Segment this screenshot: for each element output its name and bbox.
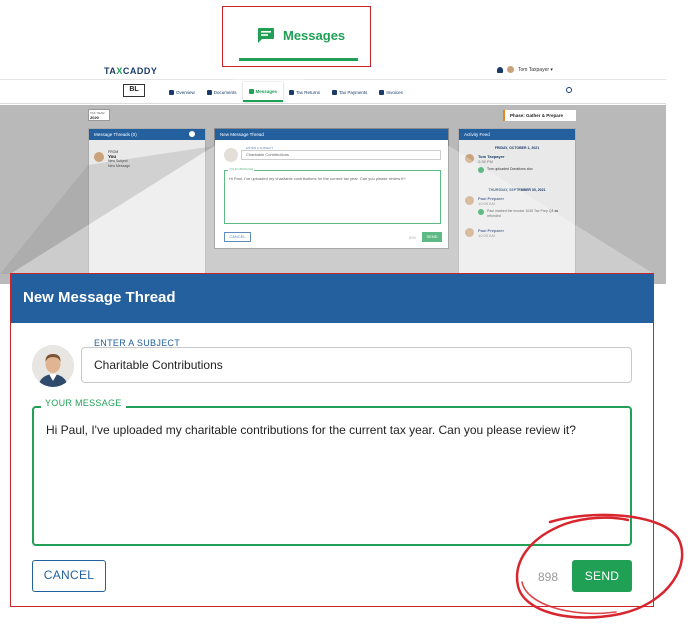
nav-overview[interactable]: Overview bbox=[163, 82, 201, 102]
mini-message-label: YOUR MESSAGE bbox=[228, 167, 255, 171]
user-name: Tom Taxpayer ▾ bbox=[518, 66, 553, 73]
message-label: YOUR MESSAGE bbox=[41, 398, 126, 408]
invoice-icon bbox=[478, 209, 484, 215]
message-threads-panel: Message Threads (0) FROM You New Subject… bbox=[88, 128, 206, 284]
app-screenshot: TAXCADDY Tom Taxpayer ▾ BL Overview Docu… bbox=[0, 62, 666, 284]
nav-documents[interactable]: Documents bbox=[201, 82, 243, 102]
add-thread-icon[interactable] bbox=[189, 131, 195, 137]
mini-subject-label: ENTER A SUBJECT bbox=[245, 146, 275, 150]
message-textarea[interactable]: Hi Paul, I've uploaded my charitable con… bbox=[46, 422, 616, 438]
nav-tax-returns[interactable]: Tax Returns bbox=[283, 82, 326, 102]
tax-return-icon bbox=[289, 89, 295, 95]
avatar bbox=[94, 152, 104, 162]
avatar bbox=[465, 196, 474, 205]
thread-list-item[interactable]: FROM You New Subject New Message bbox=[94, 149, 202, 168]
taxcaddy-logo: TAXCADDY bbox=[104, 66, 158, 76]
mini-cancel-button[interactable]: CANCEL bbox=[224, 232, 251, 242]
new-message-thread-modal: New Message Thread ENTER A SUBJECT Chari… bbox=[10, 273, 654, 607]
feed-title: Activity Feed bbox=[464, 132, 490, 137]
nav-invoices[interactable]: Invoices bbox=[373, 82, 409, 102]
tax-year-select[interactable]: TAX YEAR 2020 bbox=[88, 109, 110, 121]
client-badge: BL bbox=[123, 84, 145, 97]
bell-icon[interactable] bbox=[497, 66, 503, 73]
document-icon bbox=[206, 89, 212, 95]
nav-tax-payments[interactable]: Tax Payments bbox=[326, 82, 373, 102]
activity-feed-panel: Activity Feed FRIDAY, OCTOBER 1, 2021 To… bbox=[458, 128, 576, 284]
send-button[interactable]: SEND bbox=[572, 560, 632, 592]
phase-indicator: Phase: Gather & Prepare bbox=[503, 110, 576, 121]
avatar bbox=[465, 154, 474, 163]
chat-bubble-icon bbox=[248, 88, 254, 94]
thread-subject: New Subject bbox=[108, 159, 128, 163]
user-avatar bbox=[507, 66, 514, 73]
thread-preview: New Message bbox=[108, 163, 131, 168]
messages-tab-callout[interactable]: Messages bbox=[222, 6, 371, 67]
search-icon[interactable] bbox=[566, 87, 572, 93]
chat-bubble-icon bbox=[256, 27, 275, 44]
app-body-overlay: TAX YEAR 2020 Phase: Gather & Prepare Mes… bbox=[0, 105, 666, 284]
cancel-button[interactable]: CANCEL bbox=[32, 560, 106, 592]
message-field[interactable]: Hi Paul, I've uploaded my charitable con… bbox=[32, 406, 632, 546]
invoice-icon bbox=[379, 89, 385, 95]
mini-subject-input[interactable]: Charitable Contributions bbox=[241, 150, 441, 160]
dollar-icon bbox=[332, 89, 338, 95]
feed-date: THURSDAY, SEPTEMBER 30, 2021 bbox=[488, 188, 546, 192]
nav-messages[interactable]: Messages bbox=[242, 82, 284, 102]
avatar bbox=[224, 148, 238, 162]
avatar bbox=[465, 228, 474, 237]
messages-tab-label: Messages bbox=[283, 28, 346, 43]
feed-date: FRIDAY, OCTOBER 1, 2021 bbox=[494, 146, 540, 150]
mini-new-thread-modal: New Message Thread Charitable Contributi… bbox=[214, 128, 449, 249]
subject-input[interactable]: Charitable Contributions bbox=[94, 348, 624, 382]
mini-char-count: 898 bbox=[409, 235, 416, 240]
screenshot-canvas: TAXCADDY Tom Taxpayer ▾ BL Overview Docu… bbox=[0, 0, 692, 632]
character-count: 898 bbox=[538, 570, 559, 584]
feed-entry: Tom Taxpayer 2:39 PM Tom uploaded Donatio… bbox=[464, 154, 570, 182]
modal-title: New Message Thread bbox=[11, 274, 653, 323]
mini-send-button[interactable]: SEND bbox=[422, 232, 442, 242]
mini-message-input[interactable]: Hi Paul, I've uploaded my charitable con… bbox=[224, 170, 441, 224]
upload-icon bbox=[478, 167, 484, 173]
mini-modal-title: New Message Thread bbox=[215, 129, 448, 140]
feed-entry: Paul Preparer 10:09 AM Paul marked the in… bbox=[464, 196, 570, 224]
avatar bbox=[32, 345, 74, 387]
subject-field[interactable]: Charitable Contributions bbox=[81, 347, 632, 383]
user-menu[interactable]: Tom Taxpayer ▾ bbox=[497, 66, 553, 73]
threads-title: Message Threads (0) bbox=[94, 132, 137, 137]
active-tab-indicator bbox=[239, 58, 358, 61]
feed-entry: Paul Preparer 10:05 AM bbox=[464, 228, 570, 256]
home-icon bbox=[169, 89, 174, 95]
thread-name: You bbox=[108, 153, 117, 159]
main-nav: BL Overview Documents Messages Tax Retur… bbox=[0, 80, 666, 104]
